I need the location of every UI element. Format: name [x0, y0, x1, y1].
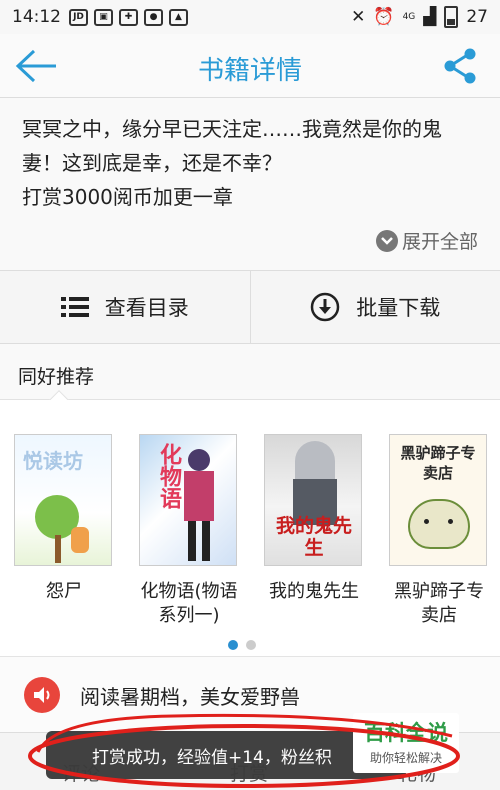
cover-art	[71, 527, 89, 553]
book-cover: 我的鬼先生	[264, 434, 362, 566]
speaker-icon	[24, 677, 60, 713]
recommend-header: 同好推荐	[0, 344, 500, 410]
app-notification-icon: JD	[69, 8, 88, 26]
view-catalog-label: 查看目录	[104, 296, 189, 320]
page-title: 书籍详情	[197, 56, 302, 86]
carousel-dot-active[interactable]	[228, 640, 238, 650]
status-time: 14:12	[12, 7, 61, 27]
share-icon[interactable]	[442, 48, 478, 84]
carousel-dots	[228, 640, 256, 650]
book-title: 黑驴蹄子专卖店	[394, 581, 484, 626]
carousel-dot[interactable]	[246, 640, 256, 650]
book-cover: 黑驴蹄子专卖店	[389, 434, 487, 566]
description-line: 冥冥之中，缘分早已天注定……我竟然是你的鬼	[22, 117, 442, 141]
cover-art	[202, 521, 210, 561]
gallery-notification-icon: ▣	[94, 8, 113, 26]
announcement-text: 阅读暑期档，美女爱野兽	[80, 685, 300, 709]
book-cover: 悦读坊	[14, 434, 112, 566]
status-bar: 14:12 JD ▣ ✚ ● ▲ ✕ ⏰ 4G ▟ 27	[0, 0, 500, 34]
cover-title: 黑驴蹄子专卖店	[400, 444, 476, 482]
recommend-title: 同好推荐	[18, 366, 95, 388]
cover-art	[408, 499, 470, 549]
description-line: 打赏3000阅币加更一章	[22, 185, 233, 209]
mute-icon: ✕	[351, 7, 366, 27]
cover-art	[55, 535, 61, 563]
image-notification-icon: ▲	[169, 8, 188, 26]
battery-icon	[444, 6, 459, 28]
book-title: 化物语(物语系列一)	[140, 581, 238, 626]
book-item[interactable]: 悦读坊 怨尸	[14, 434, 114, 628]
expand-all-label: 展开全部	[401, 231, 478, 253]
download-icon	[311, 292, 340, 322]
action-bar: 查看目录 批量下载	[0, 270, 500, 344]
book-item[interactable]: 黑驴蹄子专卖店 黑驴蹄子专卖店	[389, 434, 489, 628]
book-item[interactable]: 我的鬼先生 我的鬼先生	[264, 434, 364, 628]
book-title: 我的鬼先生	[269, 581, 359, 602]
cover-art	[184, 471, 214, 521]
cover-title: 我的鬼先生	[275, 515, 352, 559]
view-catalog-button[interactable]: 查看目录	[0, 271, 250, 343]
battery-level: 27	[466, 7, 488, 27]
book-title: 怨尸	[46, 581, 82, 602]
chevron-down-icon	[375, 229, 398, 252]
cover-art	[424, 519, 429, 524]
alarm-icon: ⏰	[373, 7, 395, 27]
expand-all-button[interactable]: 展开全部	[375, 227, 478, 254]
list-icon	[60, 297, 89, 317]
recommend-carousel: 悦读坊 怨尸 化物语 化物语(物语系列一) 我的鬼先生 我的鬼先生 黑驴蹄子专卖…	[0, 400, 500, 656]
book-description: 冥冥之中，缘分早已天注定……我竟然是你的鬼 妻！这到底是幸，还是不幸？ 打赏30…	[0, 98, 500, 270]
status-right: ✕ ⏰ 4G ▟ 27	[351, 6, 488, 28]
cover-title: 悦读坊	[23, 449, 83, 473]
cover-art	[188, 449, 210, 471]
watermark-subtitle: 助你轻松解决	[369, 751, 442, 765]
cover-title: 化物语	[156, 443, 181, 509]
cover-art	[448, 519, 453, 524]
gamepad-notification-icon: ✚	[119, 8, 138, 26]
network-type: 4G	[402, 12, 416, 22]
app-notification-icon-2: ●	[144, 8, 163, 26]
title-bar: 书籍详情	[0, 34, 500, 98]
batch-download-button[interactable]: 批量下载	[251, 271, 500, 343]
cover-art	[188, 521, 196, 561]
reward-success-toast: 打赏成功，经验值+14，粉丝积	[46, 731, 406, 779]
book-cover: 化物语	[139, 434, 237, 566]
notification-icons: JD ▣ ✚ ● ▲	[69, 8, 188, 26]
watermark-title: 百科全说	[364, 721, 448, 745]
signal-icon: ▟	[423, 7, 437, 27]
batch-download-label: 批量下载	[356, 296, 441, 320]
watermark-logo: 百科全说 助你轻松解决	[353, 713, 459, 773]
book-item[interactable]: 化物语 化物语(物语系列一)	[139, 434, 239, 628]
book-list: 悦读坊 怨尸 化物语 化物语(物语系列一) 我的鬼先生 我的鬼先生 黑驴蹄子专卖…	[14, 434, 489, 628]
description-line: 妻！这到底是幸，还是不幸？	[22, 151, 282, 175]
